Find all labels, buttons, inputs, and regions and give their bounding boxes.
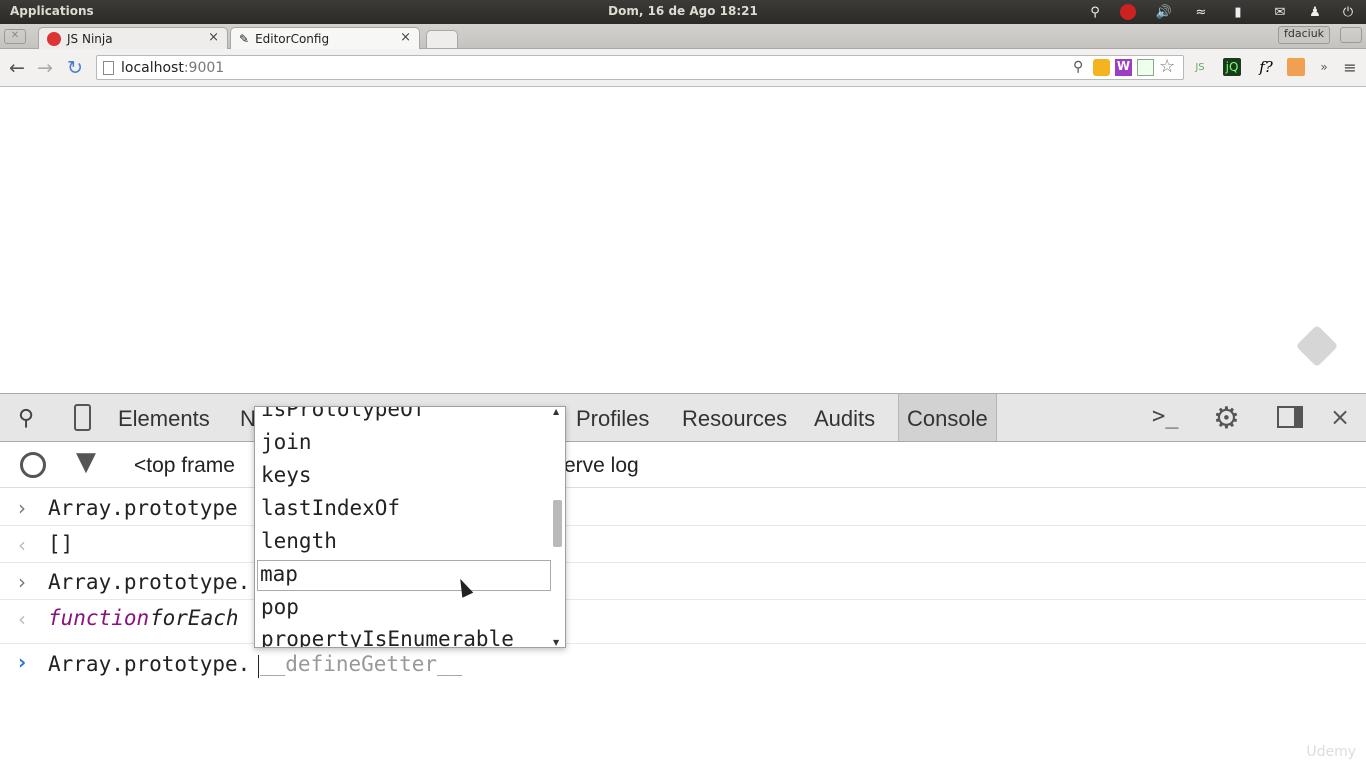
tab-console[interactable]: Console xyxy=(898,394,997,441)
page-icon xyxy=(103,61,114,75)
autocomplete-item[interactable]: length xyxy=(261,525,337,557)
extension-list-icon[interactable] xyxy=(1137,59,1154,76)
autocomplete-item[interactable]: pop xyxy=(261,591,299,623)
preserve-log-label[interactable]: erve log xyxy=(564,454,639,478)
extension-w-icon[interactable]: W xyxy=(1115,59,1132,76)
inspect-search-icon[interactable]: ⚲ xyxy=(18,406,34,431)
function-name[interactable]: forEach xyxy=(150,606,239,630)
url-text[interactable]: localhost:9001 xyxy=(121,60,224,76)
autocomplete-hint: __defineGetter__ xyxy=(260,652,463,676)
frame-selector[interactable]: <top frame xyxy=(134,454,235,478)
filter-funnel-icon[interactable]: ▼ xyxy=(76,447,96,477)
tab-title: JS Ninja xyxy=(67,31,113,46)
volume-icon[interactable]: 🔊 xyxy=(1155,3,1173,21)
autocomplete-item-selected[interactable]: map xyxy=(260,558,298,590)
console-prompt[interactable]: › Array.prototype. __defineGetter__ xyxy=(0,644,1366,684)
window-restore-icon[interactable] xyxy=(1340,27,1362,43)
clear-console-icon[interactable] xyxy=(20,452,46,478)
extension-cube-icon[interactable] xyxy=(1093,59,1110,76)
user-icon[interactable]: ♟ xyxy=(1306,3,1324,21)
console-input-text[interactable]: Array.prototype xyxy=(48,496,238,520)
tab-audits[interactable]: Audits xyxy=(814,406,875,432)
extension-jquery-icon[interactable]: jQ xyxy=(1223,58,1241,76)
console-toolbar: ▼ <top frame erve log xyxy=(0,442,1366,488)
scroll-up-arrow-icon[interactable]: ▲ xyxy=(553,407,559,416)
system-top-panel: Applications Dom, 16 de Ago 18:21 ⚲ 🔊 ≈ … xyxy=(0,0,1366,24)
output-chevron-icon: ‹ xyxy=(18,607,26,631)
scrollbar-thumb[interactable] xyxy=(553,500,562,547)
input-chevron-icon: › xyxy=(18,570,26,594)
record-indicator-icon[interactable] xyxy=(1120,4,1136,20)
console-row: › Array.prototype. xyxy=(0,563,1366,600)
function-keyword: function xyxy=(48,606,150,630)
prompt-text[interactable]: Array.prototype. xyxy=(48,652,250,676)
browser-toolbar: ← → ↻ localhost:9001 ⚲ W ☆ JS jQ f? » ≡ xyxy=(0,49,1366,87)
battery-icon[interactable]: ▮ xyxy=(1229,3,1247,21)
browser-tab-strip: ✕ JS Ninja × ✎ EditorConfig × fdaciuk xyxy=(0,24,1366,49)
search-icon[interactable]: ⚲ xyxy=(1086,3,1104,21)
close-devtools-icon[interactable]: × xyxy=(1330,403,1350,431)
input-chevron-icon: › xyxy=(18,496,26,520)
autocomplete-item[interactable]: isPrototypeOf xyxy=(261,407,425,425)
settings-gear-icon[interactable]: ⚙ xyxy=(1213,401,1240,436)
devtools-tab-bar: ⚲ Elements N Profiles Resources Audits C… xyxy=(0,393,1366,442)
wifi-icon[interactable]: ≈ xyxy=(1192,3,1210,21)
extension-js-icon[interactable]: JS xyxy=(1191,58,1209,76)
power-icon[interactable]: ⏻ xyxy=(1339,3,1357,21)
autocomplete-selection xyxy=(257,560,551,591)
autocomplete-item[interactable]: propertyIsEnumerable xyxy=(261,623,514,647)
console-input-text[interactable]: Array.prototype. xyxy=(48,570,250,594)
mail-icon[interactable]: ✉ xyxy=(1271,3,1289,21)
ninja-favicon-icon xyxy=(47,31,61,46)
page-content xyxy=(0,88,1366,393)
prompt-chevron-icon: › xyxy=(18,650,27,674)
text-cursor xyxy=(258,655,259,678)
autocomplete-item[interactable]: keys xyxy=(261,459,312,491)
tab-js-ninja[interactable]: JS Ninja × xyxy=(38,27,228,49)
profile-button[interactable]: fdaciuk xyxy=(1278,26,1331,44)
extension-face-icon[interactable] xyxy=(1287,58,1305,76)
tab-title: EditorConfig xyxy=(255,31,330,46)
address-bar[interactable]: localhost:9001 ⚲ W ☆ xyxy=(96,55,1184,80)
close-tab-icon[interactable]: × xyxy=(400,30,411,45)
more-extensions-icon[interactable]: » xyxy=(1315,58,1333,76)
extension-function-icon[interactable]: f? xyxy=(1255,58,1277,76)
console-drawer-icon[interactable]: >_ xyxy=(1152,404,1179,429)
tab-editorconfig[interactable]: ✎ EditorConfig × xyxy=(230,27,420,49)
zoom-icon[interactable]: ⚲ xyxy=(1073,59,1083,75)
autocomplete-item[interactable]: lastIndexOf xyxy=(261,492,400,524)
editorconfig-favicon-icon: ✎ xyxy=(239,31,250,46)
close-tab-icon[interactable]: × xyxy=(208,30,219,45)
tab-elements[interactable]: Elements xyxy=(118,406,210,432)
autocomplete-popup[interactable]: isPrototypeOf join keys lastIndexOf leng… xyxy=(254,406,566,648)
output-chevron-icon: ‹ xyxy=(18,533,26,557)
menu-icon[interactable]: ≡ xyxy=(1341,58,1359,77)
console-output-text[interactable]: [] xyxy=(48,532,73,556)
devtools-panel: ⚲ Elements N Profiles Resources Audits C… xyxy=(0,393,1366,768)
window-close-icon[interactable]: ✕ xyxy=(4,29,26,44)
back-button[interactable]: ← xyxy=(5,56,29,80)
tab-resources[interactable]: Resources xyxy=(682,406,787,432)
forward-button[interactable]: → xyxy=(33,56,57,80)
device-mode-icon[interactable] xyxy=(74,404,91,431)
feedback-diamond-icon[interactable] xyxy=(1295,324,1339,368)
console-row: ‹ function forEach xyxy=(0,600,1366,644)
dock-side-icon[interactable] xyxy=(1277,406,1303,428)
bookmark-star-icon[interactable]: ☆ xyxy=(1159,56,1175,77)
udemy-watermark: Udemy xyxy=(1306,744,1356,760)
scroll-down-arrow-icon[interactable]: ▼ xyxy=(553,638,559,647)
reload-button[interactable]: ↻ xyxy=(63,56,87,80)
console-row: › Array.prototype xyxy=(0,489,1366,526)
tab-profiles[interactable]: Profiles xyxy=(576,406,649,432)
console-row: ‹ [] xyxy=(0,526,1366,563)
autocomplete-item[interactable]: join xyxy=(261,426,312,458)
autocomplete-scrollbar[interactable]: ▲ ▼ xyxy=(551,407,565,647)
new-tab-button[interactable] xyxy=(426,30,458,48)
